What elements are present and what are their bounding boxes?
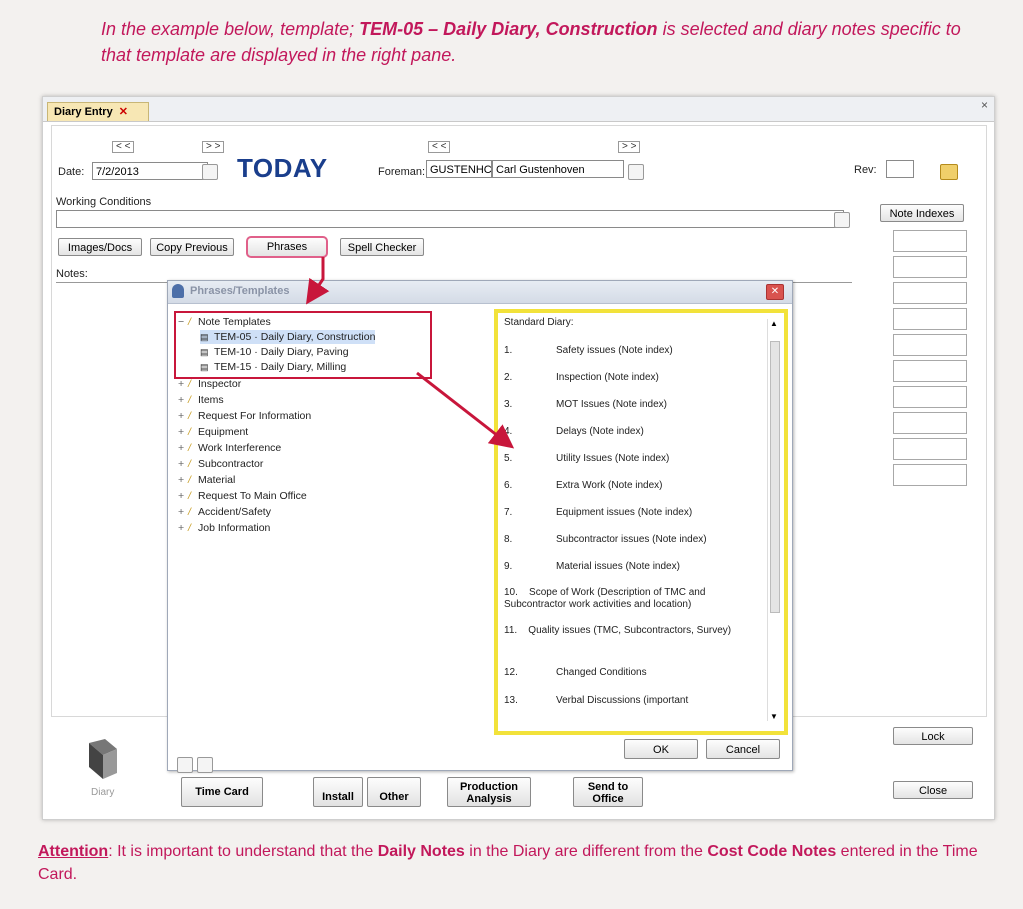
caption-top-part1: In the example below, template; [101, 19, 360, 39]
lock-button[interactable]: Lock [893, 727, 973, 745]
caption-bottom-b2: Cost Code Notes [707, 843, 837, 860]
send-office-label-1: Send to [587, 781, 629, 793]
production-analysis-label-2: Analysis [466, 793, 512, 805]
install-button[interactable]: Install [313, 777, 363, 807]
caption-bottom-b1: Daily Notes [377, 843, 465, 860]
diary-book-icon[interactable] [83, 737, 123, 783]
send-to-office-button[interactable]: Send to Office [573, 777, 643, 807]
caption-bottom-part2: in the Diary are different from the [464, 843, 708, 860]
caption-bottom-part1: : It is important to understand that the [108, 843, 378, 860]
caption-top-bold: TEM-05 – Daily Diary, Construction [359, 19, 658, 39]
time-card-button[interactable]: Time Card [181, 777, 263, 807]
send-office-label-2: Office [592, 793, 624, 805]
other-button[interactable]: Other [367, 777, 421, 807]
close-button[interactable]: Close [893, 781, 973, 799]
caption-bottom: Attention: It is important to understand… [38, 840, 998, 886]
attention-label: Attention [38, 843, 109, 860]
tree-expand-all-icon[interactable] [177, 757, 193, 773]
arrow-template-to-pane [416, 371, 515, 449]
diary-window: Diary Entry ✕ × < < > > Date: 7/2/2013 TO… [42, 96, 995, 820]
arrow-phrases-to-dialog [306, 257, 330, 305]
production-analysis-label-1: Production [459, 781, 519, 793]
tree-collapse-all-icon[interactable] [197, 757, 213, 773]
production-analysis-button[interactable]: Production Analysis [447, 777, 531, 807]
diary-label: Diary [91, 787, 115, 798]
caption-top: In the example below, template; TEM-05 –… [101, 16, 981, 68]
annotation-arrows [306, 257, 515, 449]
